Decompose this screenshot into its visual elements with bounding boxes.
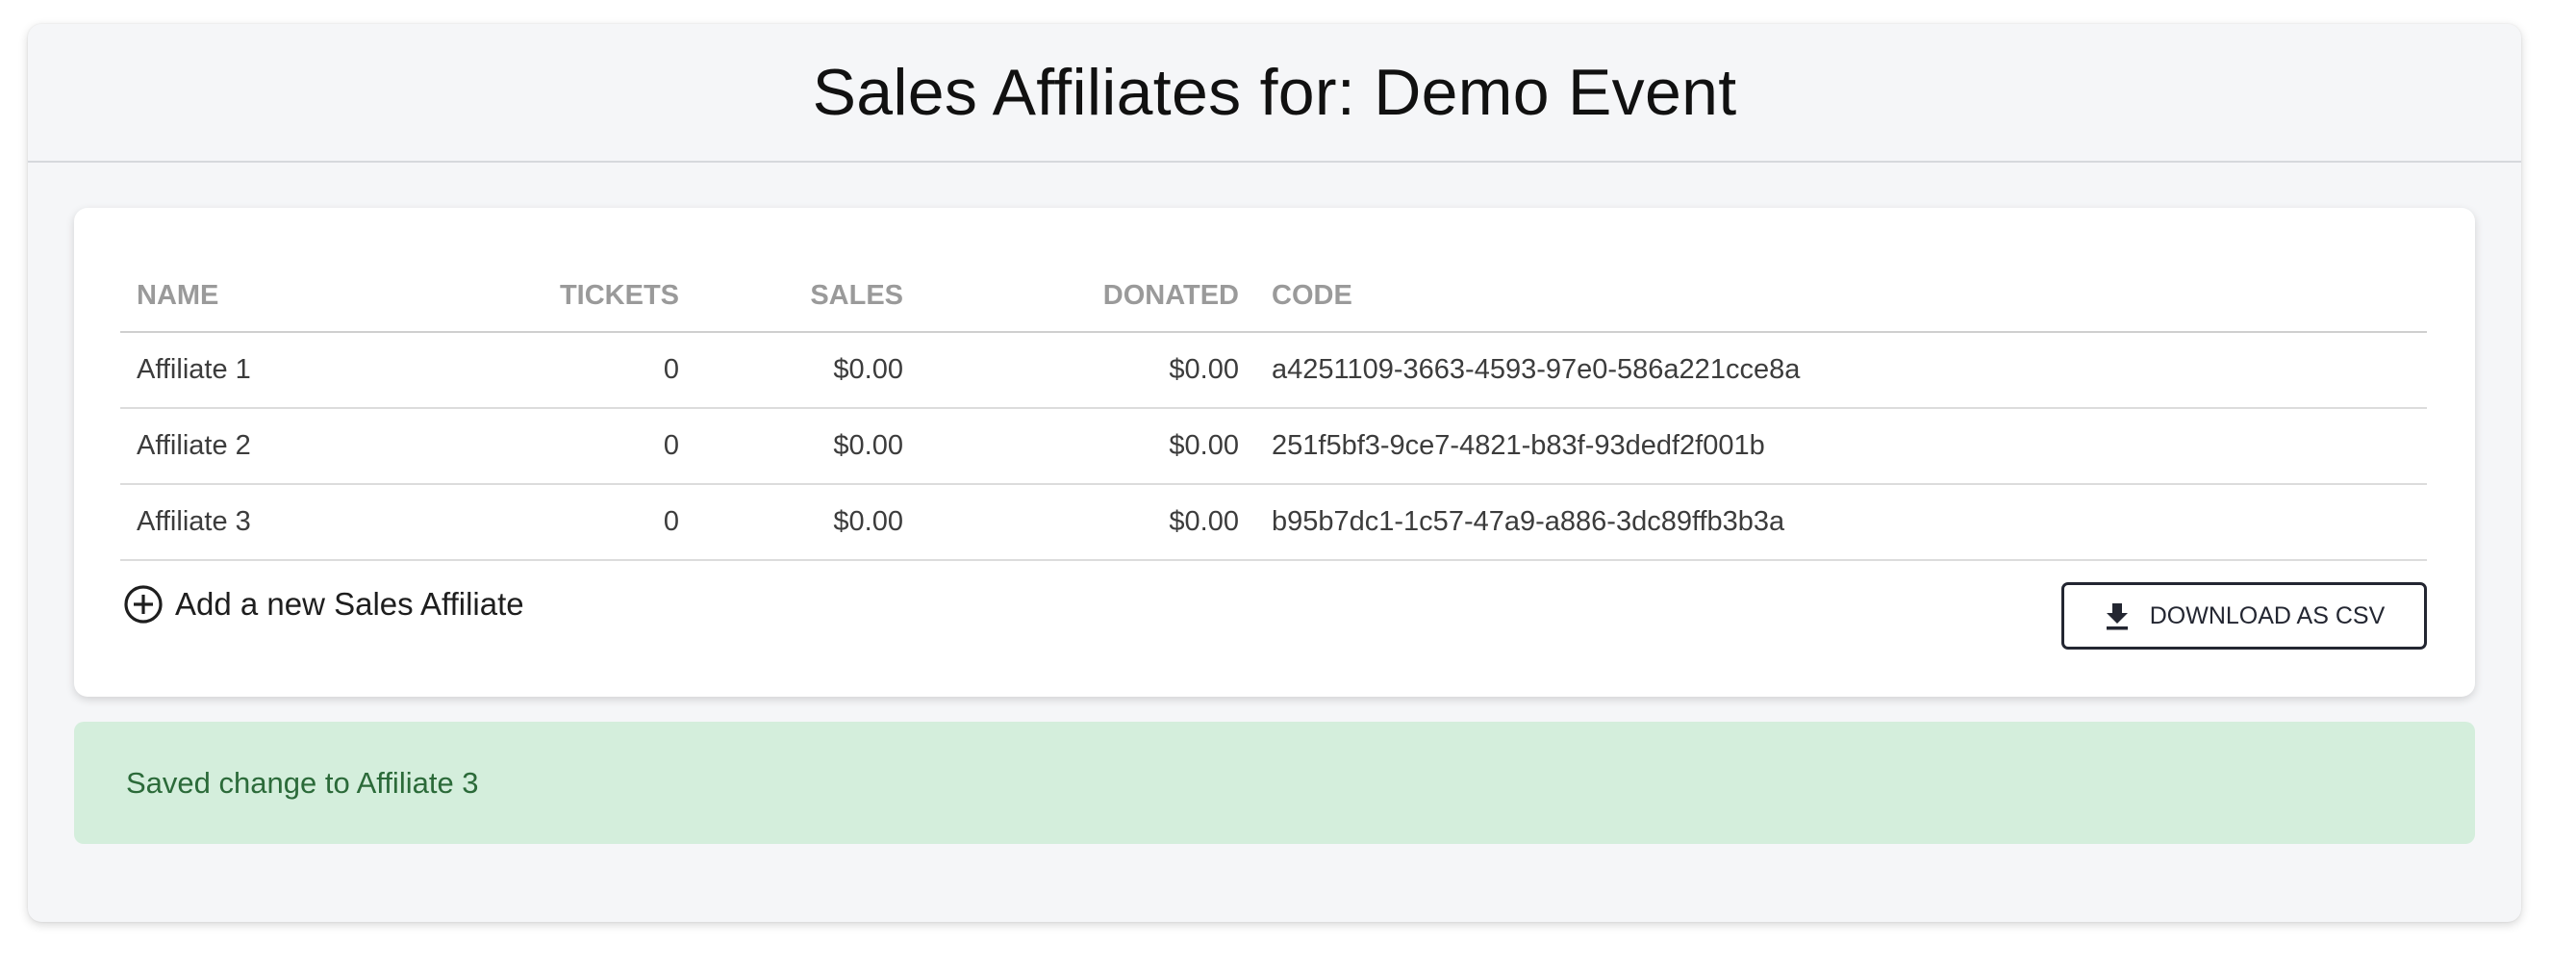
affiliate-name[interactable]: Affiliate 1 bbox=[120, 332, 471, 409]
affiliate-name[interactable]: Affiliate 2 bbox=[120, 408, 471, 485]
affiliate-name[interactable]: Affiliate 3 bbox=[120, 484, 471, 561]
table-row[interactable]: Affiliate 3 0 $0.00 $0.00 b95b7dc1-1c57-… bbox=[120, 484, 2427, 561]
column-header-code[interactable]: CODE bbox=[1255, 260, 2427, 333]
download-csv-button[interactable]: DOWNLOAD AS CSV bbox=[2061, 582, 2427, 650]
page-title: Sales Affiliates for: Demo Event bbox=[812, 56, 1737, 129]
download-csv-label: DOWNLOAD AS CSV bbox=[2149, 601, 2386, 629]
column-header-name[interactable]: NAME bbox=[120, 260, 471, 333]
affiliates-panel: Sales Affiliates for: Demo Event NAME TI… bbox=[28, 24, 2521, 922]
plus-circle-icon bbox=[123, 584, 164, 625]
affiliate-code[interactable]: a4251109-3663-4593-97e0-586a221cce8a bbox=[1255, 332, 2427, 409]
column-header-tickets[interactable]: TICKETS bbox=[471, 260, 695, 333]
affiliate-tickets: 0 bbox=[471, 484, 695, 561]
add-affiliate-label: Add a new Sales Affiliate bbox=[175, 586, 524, 622]
affiliate-tickets: 0 bbox=[471, 332, 695, 409]
affiliates-card: NAME TICKETS SALES DONATED CODE Affiliat… bbox=[74, 208, 2475, 697]
table-row[interactable]: Affiliate 2 0 $0.00 $0.00 251f5bf3-9ce7-… bbox=[120, 408, 2427, 485]
affiliate-code[interactable]: 251f5bf3-9ce7-4821-b83f-93dedf2f001b bbox=[1255, 408, 2427, 485]
download-icon bbox=[2104, 601, 2131, 630]
add-affiliate-button[interactable]: Add a new Sales Affiliate bbox=[123, 584, 524, 625]
affiliate-tickets: 0 bbox=[471, 408, 695, 485]
affiliate-donated: $0.00 bbox=[920, 484, 1255, 561]
alert-message: Saved change to Affiliate 3 bbox=[126, 765, 479, 800]
table-row[interactable]: Affiliate 1 0 $0.00 $0.00 a4251109-3663-… bbox=[120, 332, 2427, 409]
affiliates-table: NAME TICKETS SALES DONATED CODE Affiliat… bbox=[120, 260, 2427, 561]
affiliate-sales: $0.00 bbox=[695, 484, 920, 561]
affiliate-code[interactable]: b95b7dc1-1c57-47a9-a886-3dc89ffb3b3a bbox=[1255, 484, 2427, 561]
column-header-donated[interactable]: DONATED bbox=[920, 260, 1255, 333]
affiliate-donated: $0.00 bbox=[920, 408, 1255, 485]
affiliate-sales: $0.00 bbox=[695, 332, 920, 409]
table-header-row: NAME TICKETS SALES DONATED CODE bbox=[120, 260, 2427, 333]
panel-header: Sales Affiliates for: Demo Event bbox=[28, 24, 2521, 163]
column-header-sales[interactable]: SALES bbox=[695, 260, 920, 333]
affiliate-sales: $0.00 bbox=[695, 408, 920, 485]
affiliate-donated: $0.00 bbox=[920, 332, 1255, 409]
success-alert: Saved change to Affiliate 3 bbox=[74, 722, 2475, 844]
